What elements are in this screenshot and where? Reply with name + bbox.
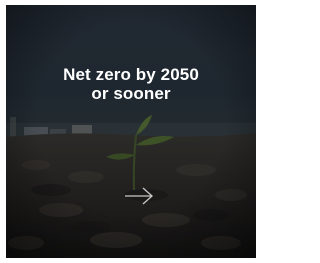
card-headline: Net zero by 2050 or sooner xyxy=(6,65,256,103)
sprout-soil-background-image xyxy=(6,5,256,258)
net-zero-card[interactable]: Net zero by 2050 or sooner xyxy=(6,5,256,258)
headline-line-2: or sooner xyxy=(91,84,171,103)
arrow-right-icon[interactable] xyxy=(122,185,156,207)
headline-line-1: Net zero by 2050 xyxy=(63,65,199,84)
